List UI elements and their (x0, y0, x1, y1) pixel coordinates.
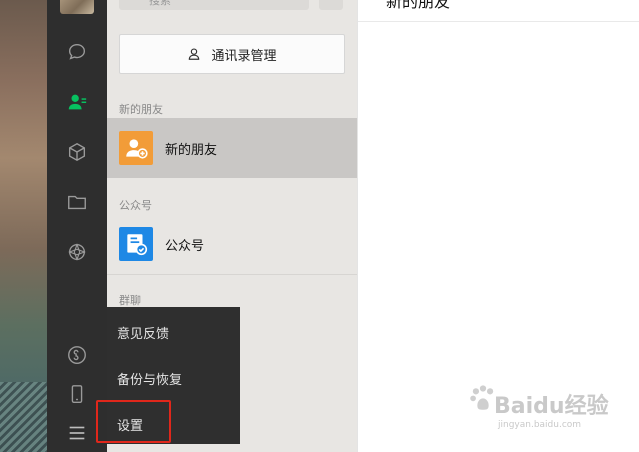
watermark-main: Baidu经验 (494, 394, 609, 419)
chat-icon[interactable] (65, 40, 89, 64)
list-item-label: 新的朋友 (165, 142, 218, 158)
section-label-groups: 群聊 (119, 294, 141, 307)
contacts-icon[interactable] (65, 90, 89, 114)
list-item-label: 公众号 (165, 238, 205, 254)
desktop-background (0, 0, 47, 452)
search-label: 搜索 (149, 0, 171, 7)
moments-icon[interactable] (65, 240, 89, 264)
list-item-public-accounts[interactable]: 公众号 (107, 214, 357, 274)
header-divider (358, 21, 639, 22)
menu-icon[interactable] (65, 421, 89, 445)
public-account-icon (119, 227, 153, 261)
watermark-sub: jingyan.baidu.com (498, 420, 582, 430)
contacts-manage-button[interactable]: 通讯录管理 (119, 34, 345, 74)
baidu-watermark: Baidu经验 jingyan.baidu.com (466, 380, 636, 440)
divider (107, 274, 357, 275)
section-label-public-accounts: 公众号 (119, 199, 152, 212)
menu-item-backup-restore[interactable]: 备份与恢复 (117, 369, 182, 388)
page-title: 新的朋友 (386, 0, 451, 11)
section-label-new-friends: 新的朋友 (119, 103, 163, 116)
favorites-icon[interactable] (65, 140, 89, 164)
contacts-manage-label: 通讯录管理 (211, 48, 277, 64)
avatar[interactable] (60, 0, 94, 14)
new-friend-icon (119, 131, 153, 165)
menu-item-feedback[interactable]: 意见反馈 (117, 323, 169, 342)
list-item-new-friends[interactable]: 新的朋友 (107, 118, 357, 178)
settings-highlight-box (96, 400, 171, 443)
search-input[interactable]: 搜索 (119, 0, 309, 10)
add-button[interactable] (319, 0, 343, 10)
miniprogram-icon[interactable] (65, 343, 89, 367)
phone-icon[interactable] (65, 382, 89, 406)
sidebar (47, 0, 107, 452)
files-icon[interactable] (65, 190, 89, 214)
person-icon (189, 48, 200, 60)
